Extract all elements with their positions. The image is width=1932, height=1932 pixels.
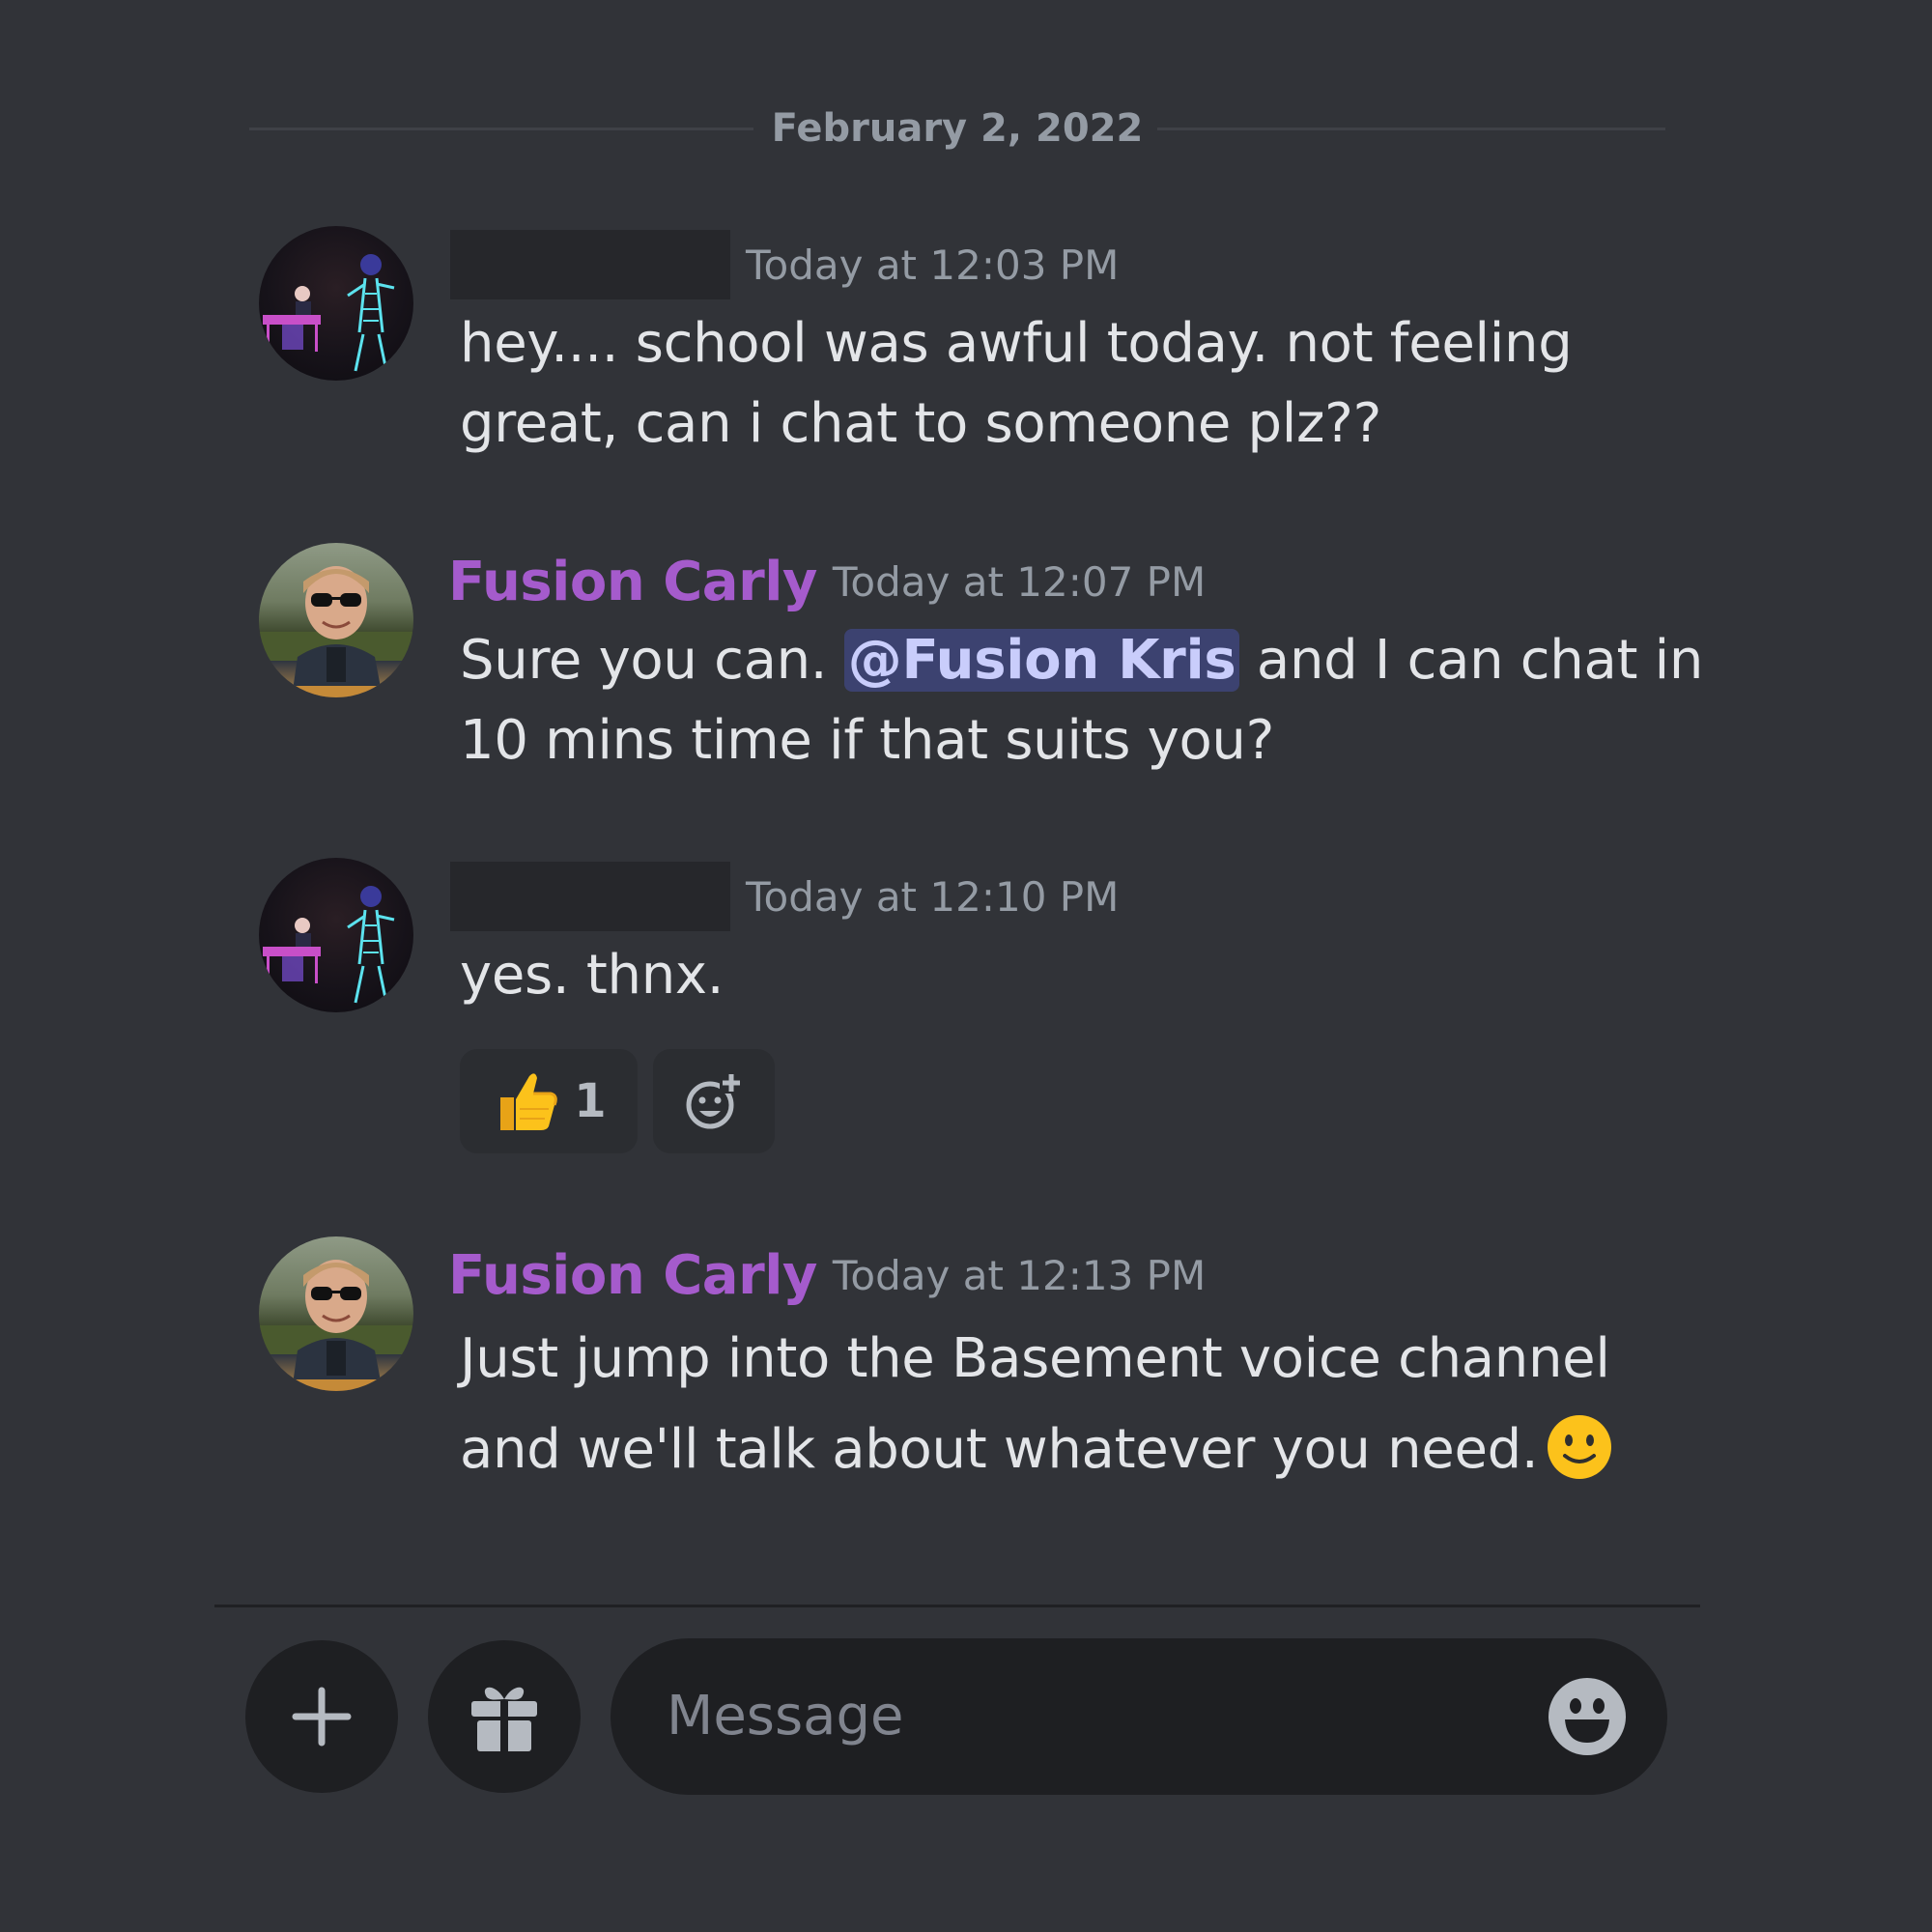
emoji-icon[interactable] — [1548, 1677, 1627, 1756]
redacted-username — [450, 862, 730, 931]
message-text: hey.... school was awful today. not feel… — [460, 312, 1573, 455]
slightly-smiling-face-emoji-icon — [1548, 1415, 1612, 1479]
message-text-part: Sure you can. — [460, 629, 844, 692]
composer-divider — [214, 1605, 1700, 1607]
avatar[interactable] — [259, 226, 413, 381]
redacted-username — [450, 230, 730, 299]
message-text: Sure you can. @Fusion Kris and I can cha… — [460, 620, 1716, 781]
username[interactable]: Fusion Carly — [448, 1244, 817, 1307]
username[interactable]: Fusion Carly — [448, 551, 817, 613]
message-timestamp: Today at 12:03 PM — [746, 241, 1120, 289]
message-timestamp: Today at 12:13 PM — [832, 1251, 1207, 1299]
divider-line-right — [1157, 128, 1665, 130]
message-text-part: Just jump into the Basement voice channe… — [460, 1327, 1610, 1481]
plus-icon — [292, 1687, 352, 1747]
message-input-placeholder: Message — [667, 1685, 904, 1747]
avatar[interactable] — [259, 858, 413, 1012]
reaction-count: 1 — [574, 1074, 607, 1128]
message-timestamp: Today at 12:07 PM — [832, 557, 1207, 606]
avatar[interactable] — [259, 543, 413, 697]
message-timestamp: Today at 12:10 PM — [746, 872, 1120, 921]
message-text: yes. thnx. — [460, 944, 724, 1007]
date-divider: February 2, 2022 — [249, 97, 1665, 164]
reaction-bar: 1 — [460, 1049, 775, 1153]
gift-button[interactable] — [428, 1640, 581, 1793]
avatar[interactable] — [259, 1236, 413, 1391]
user-mention[interactable]: @Fusion Kris — [843, 629, 1240, 692]
attach-button[interactable] — [245, 1640, 398, 1793]
add-reaction-icon — [686, 1074, 741, 1129]
gift-icon — [471, 1687, 537, 1751]
add-reaction-button[interactable] — [653, 1049, 775, 1153]
reaction-thumbs-up[interactable]: 1 — [460, 1049, 638, 1153]
message-text: Just jump into the Basement voice channe… — [460, 1314, 1716, 1495]
message-input[interactable]: Message — [611, 1638, 1667, 1795]
thumbs-up-emoji-icon — [500, 1073, 558, 1130]
